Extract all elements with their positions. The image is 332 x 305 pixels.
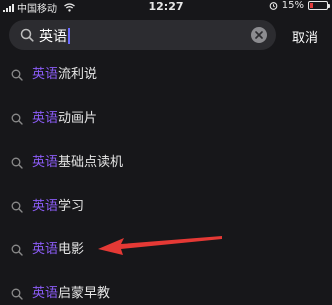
annotation-arrow: [98, 236, 222, 255]
